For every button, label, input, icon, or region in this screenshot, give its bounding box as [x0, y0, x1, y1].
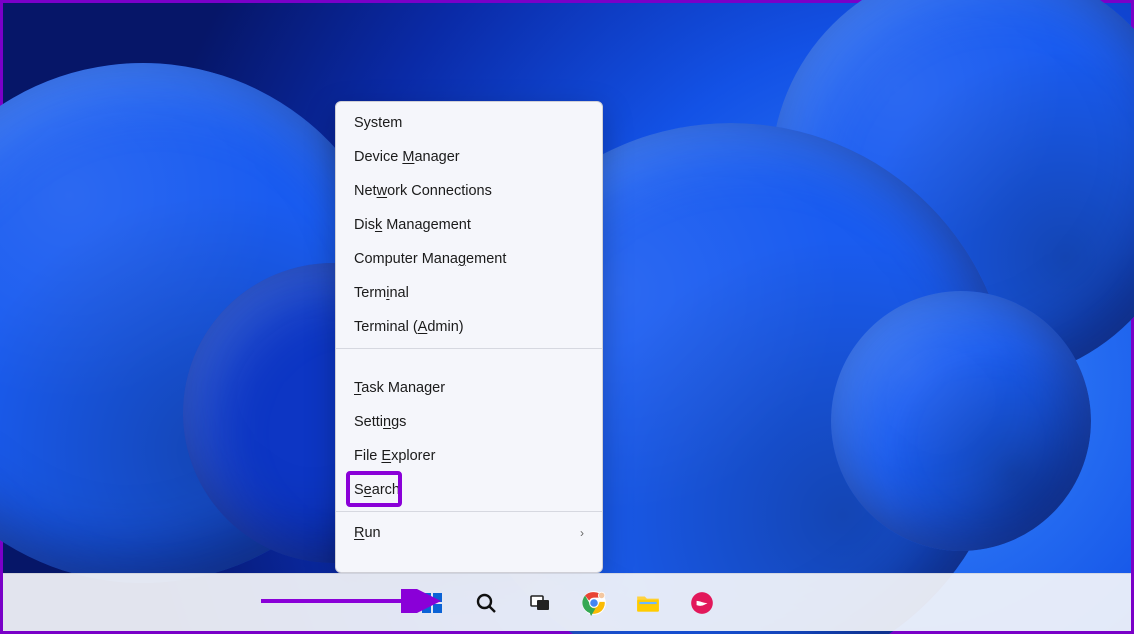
menu-item-desktop[interactable] [336, 550, 602, 568]
menu-separator [336, 511, 602, 512]
menu-item-shut-down-or-sign-out[interactable]: Run › [336, 516, 602, 550]
menu-item-run[interactable]: Search [336, 473, 602, 507]
menu-item-computer-management[interactable]: Computer Management [336, 242, 602, 276]
menu-item-device-manager[interactable]: Device Manager [336, 140, 602, 174]
search-icon [474, 591, 498, 615]
menu-item-settings[interactable]: Task Manager [336, 371, 602, 405]
pink-app-icon [689, 590, 715, 616]
menu-item-label: Settings [354, 414, 406, 430]
search-button[interactable] [466, 583, 506, 623]
menu-item-terminal-admin[interactable]: Terminal (Admin) [336, 310, 602, 344]
menu-item-label: Task Manager [354, 380, 445, 396]
menu-item-label: Disk Management [354, 217, 471, 233]
chrome-icon [581, 590, 607, 616]
menu-item-label: Search [354, 482, 400, 498]
windows-icon [420, 591, 444, 615]
taskbar [3, 573, 1131, 631]
menu-item-terminal[interactable]: Terminal [336, 276, 602, 310]
wallpaper-decoration [831, 291, 1091, 551]
task-view-icon [528, 591, 552, 615]
pink-app-button[interactable] [682, 583, 722, 623]
menu-item-system[interactable]: System [336, 106, 602, 140]
menu-item-label: File Explorer [354, 448, 435, 464]
file-explorer-button[interactable] [628, 583, 668, 623]
menu-item-disk-management[interactable]: Disk Management [336, 208, 602, 242]
folder-icon [635, 590, 661, 616]
menu-item-task-manager[interactable] [336, 353, 602, 371]
menu-separator [336, 348, 602, 349]
menu-item-file-explorer[interactable]: Settings [336, 405, 602, 439]
menu-item-label: Network Connections [354, 183, 492, 199]
menu-item-label: Terminal (Admin) [354, 319, 464, 335]
task-view-button[interactable] [520, 583, 560, 623]
menu-item-label: System [354, 115, 402, 131]
menu-item-network-connections[interactable]: Network Connections [336, 174, 602, 208]
chevron-right-icon: › [580, 526, 584, 540]
start-context-menu[interactable]: System Device Manager Network Connections D… [335, 101, 603, 573]
start-button[interactable] [412, 583, 452, 623]
menu-item-search[interactable]: File Explorer [336, 439, 602, 473]
menu-item-label: Run [354, 525, 381, 541]
menu-item-label: Terminal [354, 285, 409, 301]
menu-item-label: Device Manager [354, 149, 460, 165]
chrome-button[interactable] [574, 583, 614, 623]
menu-item-label: Computer Management [354, 251, 506, 267]
